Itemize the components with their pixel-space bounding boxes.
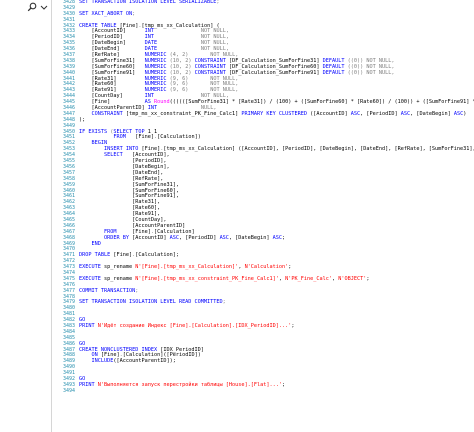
code-token: , [DateBegin]: [410, 110, 454, 117]
code-token: ;: [135, 287, 139, 294]
code-token: N'Идёт создание Индекс [Fine].[Calculati…: [97, 322, 292, 329]
code-token: [Calculation];: [135, 252, 179, 259]
code-token: N'[Fine].[tmp_ms_xx_Calculation]': [135, 264, 239, 271]
code-token: ((0)) NOT NULL: [344, 69, 392, 76]
code-token: [Fine]: [113, 252, 133, 259]
code-token: ASC: [219, 234, 229, 241]
sql-editor-window: 3428 SET TRANSACTION ISOLATION LEVEL SERI…: [0, 0, 474, 432]
code-token: ;: [282, 234, 286, 241]
code-token: END: [79, 240, 101, 247]
code-token: ASC: [272, 234, 283, 241]
code-token: N'PK_Fine_Calc': [285, 275, 333, 282]
code-token: EXECUTE: [79, 264, 104, 271]
code-area[interactable]: 3428 SET TRANSACTION ISOLATION LEVEL SERI…: [63, 0, 474, 432]
code-token: N'Calculation': [244, 264, 289, 271]
code-token: , [DateBegin]: [228, 234, 273, 241]
code-token: PRINT: [79, 322, 98, 329]
chevron-down-icon[interactable]: [40, 2, 50, 12]
code-token: ): [463, 110, 467, 117]
code-token: ,: [235, 87, 239, 94]
explorer-search-bar[interactable]: [0, 0, 52, 14]
code-token: ;: [132, 10, 136, 17]
code-token: ASC: [350, 110, 361, 117]
code-editor[interactable]: 3428 SET TRANSACTION ISOLATION LEVEL SERI…: [53, 0, 474, 432]
code-token: ([AccountParentID]);: [113, 358, 176, 365]
code-token: CONSTRAINT: [79, 110, 126, 117]
line-number: 3494: [62, 387, 75, 394]
code-token: [tmp_ms_xx_Calculation] ([AccountID], [P…: [163, 146, 474, 153]
code-token: ;: [282, 381, 286, 388]
code-token: SET TRANSACTION ISOLATION LEVEL SERIALIZ…: [79, 0, 217, 5]
code-token: ;: [222, 299, 226, 306]
code-token: ASC: [400, 110, 411, 117]
code-token: ;: [291, 322, 295, 329]
code-token: PRINT: [79, 381, 98, 388]
code-token: N'OBJECT': [338, 275, 367, 282]
code-token: EXECUTE: [79, 275, 104, 282]
code-line[interactable]: 3494: [63, 388, 474, 395]
code-token: ;: [216, 0, 220, 5]
code-token: PRIMARY KEY CLUSTERED: [241, 110, 311, 117]
code-token: [Fine]: [135, 134, 154, 141]
code-token: ,: [391, 69, 395, 76]
object-explorer-pane: [0, 0, 52, 432]
code-token: , [PeriodID]: [360, 110, 401, 117]
code-token: INCLUDE: [79, 358, 114, 365]
code-token: SET TRANSACTION ISOLATION LEVEL READ COM…: [79, 299, 223, 306]
code-token: DROP TABLE: [79, 252, 114, 259]
code-token: [tmp_ms_xx_constraint_PK_Fine_Calc1]: [125, 110, 242, 117]
code-token: sp_rename: [104, 275, 136, 282]
code-token: N'[Fine].[tmp_ms_xx_constraint_PK_Fine_C…: [135, 275, 279, 282]
code-token: [AccountID]: [132, 234, 170, 241]
search-icon[interactable]: [27, 2, 37, 12]
code-token: SET XACT_ABORT ON: [79, 10, 133, 17]
code-token: ([AccountID]: [310, 110, 351, 117]
code-token: ASC: [169, 234, 179, 241]
code-token: ASC: [453, 110, 464, 117]
code-token: , [PeriodID]: [178, 234, 220, 241]
code-token: N'Выполняется запуск перестройки таблицы…: [97, 381, 283, 388]
code-token: [DF_Calculation_SumForFine91]: [228, 69, 323, 76]
code-token: DEFAULT: [322, 69, 345, 76]
code-token: ;: [288, 264, 292, 271]
code-token: [Calculation]): [157, 134, 201, 141]
code-token: sp_rename: [104, 264, 136, 271]
code-token: );: [79, 116, 86, 123]
code-token: COMMIT TRANSACTION: [79, 287, 136, 294]
code-token: ;: [366, 275, 370, 282]
